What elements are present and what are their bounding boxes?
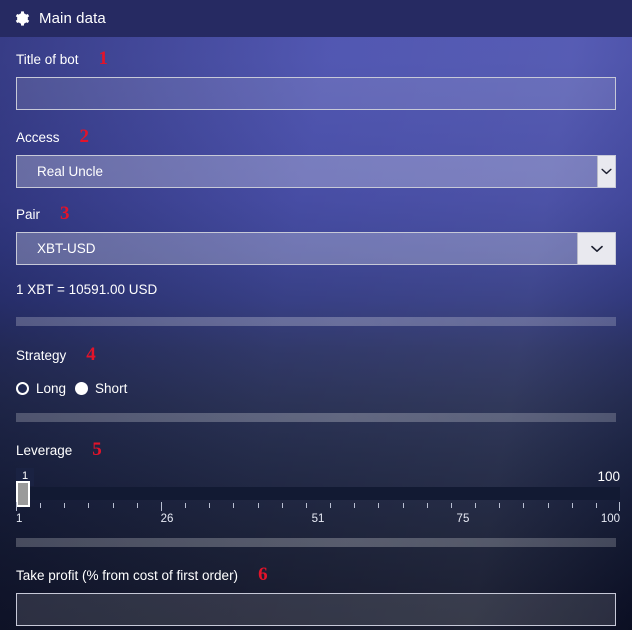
slider-tick	[112, 503, 114, 508]
pair-dropdown[interactable]: XBT-USD	[16, 232, 616, 265]
main-data-window: Main data Title of bot 1 Access 2 Real U…	[0, 0, 632, 630]
slider-tick-label: 100	[600, 513, 620, 525]
pair-label: Pair	[16, 207, 41, 222]
slider-tick	[185, 503, 187, 508]
slider-tick	[16, 502, 17, 511]
annotation-3: 3	[60, 203, 70, 224]
slider-tick	[233, 503, 235, 508]
slider-tick	[160, 502, 162, 511]
pair-rate-text: 1 XBT = 10591.00 USD	[16, 282, 158, 297]
annotation-6: 6	[258, 564, 268, 585]
chevron-down-icon[interactable]	[597, 156, 615, 187]
access-selected-value: Real Uncle	[37, 164, 104, 179]
slider-tick	[40, 503, 42, 508]
take-profit-label: Take profit (% from cost of first order)	[16, 568, 239, 583]
annotation-4: 4	[86, 344, 96, 365]
form-content: Title of bot 1 Access 2 Real Uncle Pair	[0, 37, 632, 626]
leverage-label: Leverage	[16, 443, 73, 458]
slider-tick	[64, 503, 66, 508]
radio-icon-short[interactable]	[75, 382, 89, 395]
leverage-max-label: 100	[597, 469, 620, 484]
slider-tick	[257, 503, 259, 508]
radio-icon-long[interactable]	[16, 382, 29, 395]
strategy-label: Strategy	[16, 348, 67, 363]
slider-tick	[450, 503, 452, 508]
slider-tick	[354, 503, 356, 508]
strategy-option-long[interactable]: Long	[16, 381, 75, 396]
slider-tick	[305, 503, 307, 508]
strategy-option-short-label: Short	[95, 381, 128, 396]
slider-tick-label: 26	[160, 513, 174, 525]
title-of-bot-input[interactable]	[16, 77, 616, 110]
slider-tick	[619, 502, 620, 511]
leverage-slider-ticks: 1 26 51 75 100	[16, 502, 620, 530]
window-titlebar: Main data	[0, 0, 632, 37]
take-profit-label-row: Take profit (% from cost of first order)…	[0, 564, 632, 585]
strategy-option-short[interactable]: Short	[75, 381, 136, 396]
slider-tick-label: 75	[456, 513, 470, 525]
slider-tick	[595, 503, 597, 508]
gear-icon	[13, 10, 30, 27]
title-of-bot-label: Title of bot	[16, 52, 79, 67]
slider-tick	[330, 503, 332, 508]
slider-tick	[547, 503, 549, 508]
title-of-bot-label-row: Title of bot 1	[0, 48, 632, 69]
leverage-slider-track[interactable]	[16, 481, 620, 507]
window-title: Main data	[39, 10, 106, 27]
slider-tick	[378, 503, 380, 508]
strategy-radio-group: Long Short	[0, 381, 632, 396]
annotation-1: 1	[98, 48, 109, 69]
slider-tick-label: 1	[16, 513, 23, 525]
slider-tick	[209, 503, 211, 508]
access-label: Access	[16, 130, 60, 145]
annotation-2: 2	[79, 126, 90, 147]
slider-tick-label: 51	[311, 513, 325, 525]
access-label-row: Access 2	[0, 126, 632, 147]
separator-bar-1	[16, 317, 616, 326]
leverage-label-row: Leverage 5	[0, 439, 632, 460]
leverage-slider-block: 1 100 1 26 51 75 100	[16, 468, 620, 530]
separator-bar-3	[16, 538, 616, 547]
pair-selected-value: XBT-USD	[37, 241, 96, 256]
slider-tick	[523, 503, 525, 508]
strategy-option-long-label: Long	[36, 381, 67, 396]
pair-label-row: Pair 3	[0, 203, 632, 224]
slider-tick	[475, 503, 477, 508]
take-profit-input[interactable]	[16, 593, 616, 626]
chevron-down-icon[interactable]	[577, 233, 615, 264]
access-dropdown[interactable]: Real Uncle	[16, 155, 616, 188]
leverage-slider-endpoints: 1 100	[16, 468, 620, 486]
slider-tick	[499, 503, 501, 508]
slider-tick	[281, 503, 283, 508]
slider-tick	[88, 503, 90, 508]
separator-bar-2	[16, 413, 616, 422]
slider-tick	[426, 503, 428, 508]
slider-tick	[571, 503, 573, 508]
strategy-label-row: Strategy 4	[0, 344, 632, 365]
slider-tick	[402, 503, 404, 508]
annotation-5: 5	[92, 439, 102, 460]
slider-tick	[136, 503, 138, 508]
